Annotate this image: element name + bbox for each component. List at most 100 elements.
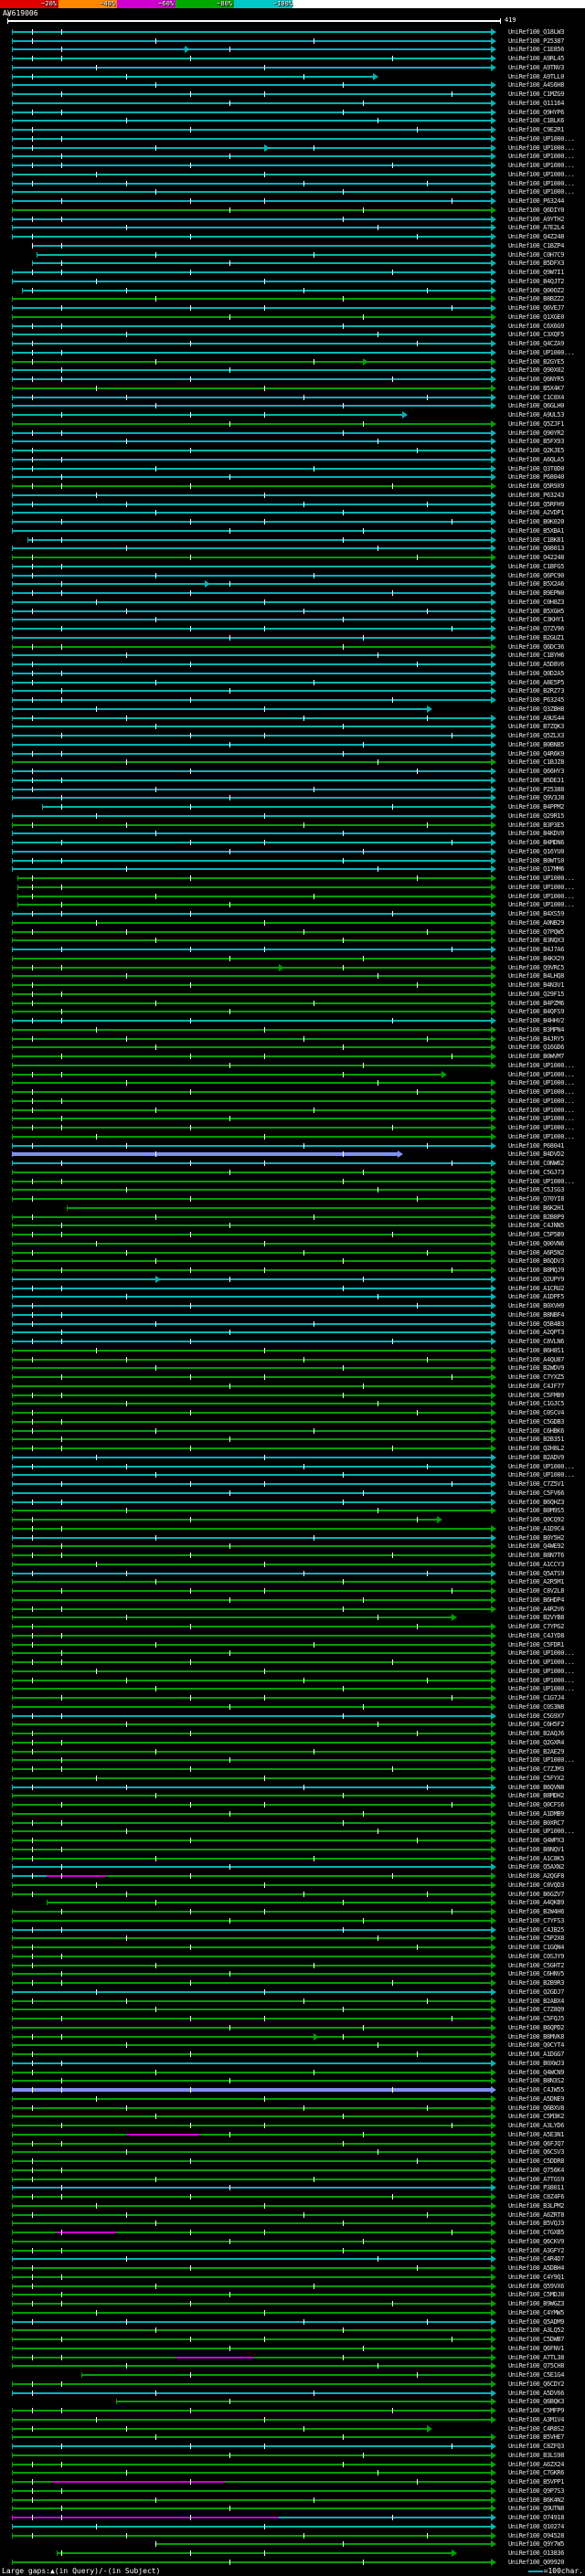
alignment-bar[interactable]: [12, 2276, 491, 2278]
alignment-bar[interactable]: [12, 2169, 491, 2171]
hit-label[interactable]: UniRef100_Q5RFH9: [508, 501, 564, 508]
hit-label[interactable]: UniRef100_B6QPD2: [508, 2024, 564, 2031]
alignment-bar[interactable]: [12, 1973, 491, 1975]
alignment-bar[interactable]: [12, 468, 491, 470]
hit-label[interactable]: UniRef100_C7YFS3: [508, 1917, 564, 1924]
hit-label[interactable]: UniRef100_UP1000...: [508, 135, 574, 143]
alignment-bar[interactable]: [12, 1447, 491, 1449]
hit-label[interactable]: UniRef100_Q6FNV1: [508, 2345, 564, 2352]
alignment-bar[interactable]: [12, 1742, 491, 1744]
hit-label[interactable]: UniRef100_UP1000...: [508, 1097, 574, 1105]
alignment-bar[interactable]: [12, 770, 491, 772]
hit-label[interactable]: UniRef100_Q6DC36: [508, 643, 564, 651]
alignment-bar[interactable]: [12, 646, 491, 648]
hit-label[interactable]: UniRef100_Q6DIY0: [508, 207, 564, 214]
alignment-bar[interactable]: [12, 1849, 491, 1850]
alignment-bar[interactable]: [12, 1866, 491, 1868]
alignment-bar[interactable]: [12, 1652, 491, 1654]
alignment-bar[interactable]: [12, 708, 427, 710]
alignment-bar[interactable]: [12, 1216, 491, 1218]
hit-label[interactable]: UniRef100_B8MDH2: [508, 1792, 564, 1799]
hit-label[interactable]: UniRef100_C4JB25: [508, 1926, 564, 1934]
hit-label[interactable]: UniRef100_C5DDR8: [508, 2157, 564, 2165]
hit-label[interactable]: UniRef100_B2AQJ6: [508, 1730, 564, 1737]
hit-label[interactable]: UniRef100_Q08013: [508, 545, 564, 552]
alignment-bar[interactable]: [12, 2214, 491, 2216]
hit-label[interactable]: UniRef100_B2B351: [508, 1436, 564, 1443]
hit-label[interactable]: UniRef100_C5FQJ5: [508, 2015, 564, 2022]
hit-label[interactable]: UniRef100_P25387: [508, 37, 564, 45]
hit-label[interactable]: UniRef100_C0H8Z3: [508, 599, 564, 606]
hit-label[interactable]: UniRef100_Q6CDY2: [508, 2380, 564, 2388]
hit-label[interactable]: UniRef100_C5GDB3: [508, 1418, 564, 1426]
hit-label[interactable]: UniRef100_C6HNV5: [508, 1970, 564, 1977]
alignment-bar[interactable]: [12, 191, 491, 193]
hit-label[interactable]: UniRef100_Q6CSV3: [508, 2148, 564, 2156]
hit-label[interactable]: UniRef100_B8N7T6: [508, 1552, 564, 1559]
alignment-bar[interactable]: [12, 1038, 491, 1040]
alignment-bar[interactable]: [254, 2357, 491, 2359]
alignment-bar[interactable]: [12, 1376, 491, 1378]
hit-label[interactable]: UniRef100_A5D8V6: [508, 661, 564, 668]
alignment-bar[interactable]: [12, 147, 491, 149]
hit-label[interactable]: UniRef100_B2B9R3: [508, 1979, 564, 1987]
hit-label[interactable]: UniRef100_UP1000...: [508, 1178, 574, 1185]
alignment-bar[interactable]: [17, 904, 491, 906]
alignment-bar[interactable]: [12, 2115, 491, 2117]
alignment-bar[interactable]: [12, 860, 491, 862]
alignment-bar[interactable]: [17, 886, 491, 888]
hit-label[interactable]: UniRef100_B5X2A6: [508, 580, 564, 588]
hit-label[interactable]: UniRef100_Q9VRC5: [508, 964, 564, 971]
hit-label[interactable]: UniRef100_Q6PC90: [508, 572, 564, 579]
alignment-bar[interactable]: [12, 174, 491, 175]
hit-label[interactable]: UniRef100_C9E2R1: [508, 126, 564, 133]
hit-label[interactable]: UniRef100_UP1000...: [508, 180, 574, 187]
hit-label[interactable]: UniRef100_UP1000...: [508, 893, 574, 900]
alignment-bar[interactable]: [12, 521, 491, 523]
hit-label[interactable]: UniRef100_Q2KJE5: [508, 447, 564, 454]
hit-label[interactable]: UniRef100_B4J7A6: [508, 946, 564, 953]
alignment-bar[interactable]: [12, 485, 491, 487]
alignment-bar[interactable]: [27, 539, 492, 541]
hit-label[interactable]: UniRef100_C5GHT2: [508, 1962, 564, 1969]
hit-label[interactable]: UniRef100_UP1000...: [508, 144, 574, 152]
hit-label[interactable]: UniRef100_Q9Y7W5: [508, 2540, 564, 2548]
hit-label[interactable]: UniRef100_C4JNN5: [508, 1222, 564, 1229]
alignment-bar[interactable]: [47, 1875, 106, 1877]
alignment-bar[interactable]: [12, 183, 491, 185]
alignment-bar[interactable]: [12, 111, 491, 113]
alignment-bar[interactable]: [12, 2294, 491, 2295]
alignment-bar[interactable]: [12, 789, 491, 790]
alignment-bar[interactable]: [12, 1020, 491, 1022]
alignment-bar[interactable]: [12, 1635, 491, 1637]
hit-label[interactable]: UniRef100_B8M9S5: [508, 1507, 564, 1514]
hit-label[interactable]: UniRef100_P38011: [508, 2184, 564, 2191]
alignment-bar[interactable]: [12, 557, 491, 558]
hit-label[interactable]: UniRef100_A8E5P5: [508, 679, 564, 686]
hit-label[interactable]: UniRef100_C4JF77: [508, 1383, 564, 1390]
hit-label[interactable]: UniRef100_A3GFY2: [508, 2247, 564, 2254]
alignment-bar[interactable]: [17, 877, 491, 879]
hit-label[interactable]: UniRef100_Q5B4B3: [508, 1320, 564, 1328]
alignment-bar[interactable]: [57, 2552, 452, 2554]
hit-label[interactable]: UniRef100_A5DV66: [508, 2390, 564, 2397]
hit-label[interactable]: UniRef100_UP1000...: [508, 1124, 574, 1131]
hit-label[interactable]: UniRef100_C1BLK6: [508, 117, 564, 124]
alignment-bar[interactable]: [12, 1706, 491, 1708]
alignment-bar[interactable]: [12, 1421, 491, 1423]
alignment-bar[interactable]: [12, 423, 491, 425]
hit-label[interactable]: UniRef100_B5FX93: [508, 438, 564, 445]
alignment-bar[interactable]: [12, 405, 491, 407]
alignment-bar[interactable]: [12, 619, 491, 620]
hit-label[interactable]: UniRef100_UP1000...: [508, 1115, 574, 1122]
alignment-bar[interactable]: [12, 1617, 452, 1618]
alignment-bar[interactable]: [12, 1590, 491, 1592]
hit-label[interactable]: UniRef100_A1DMB9: [508, 1810, 564, 1818]
hit-label[interactable]: UniRef100_B4DVD2: [508, 1150, 564, 1158]
hit-label[interactable]: UniRef100_A9UL53: [508, 411, 564, 419]
hit-label[interactable]: UniRef100_Q00VN6: [508, 1240, 564, 1247]
hit-label[interactable]: UniRef100_B4KX29: [508, 955, 564, 962]
hit-label[interactable]: UniRef100_Q4WPX3: [508, 1837, 564, 1844]
alignment-bar[interactable]: [12, 735, 491, 737]
alignment-bar[interactable]: [12, 2044, 491, 2046]
